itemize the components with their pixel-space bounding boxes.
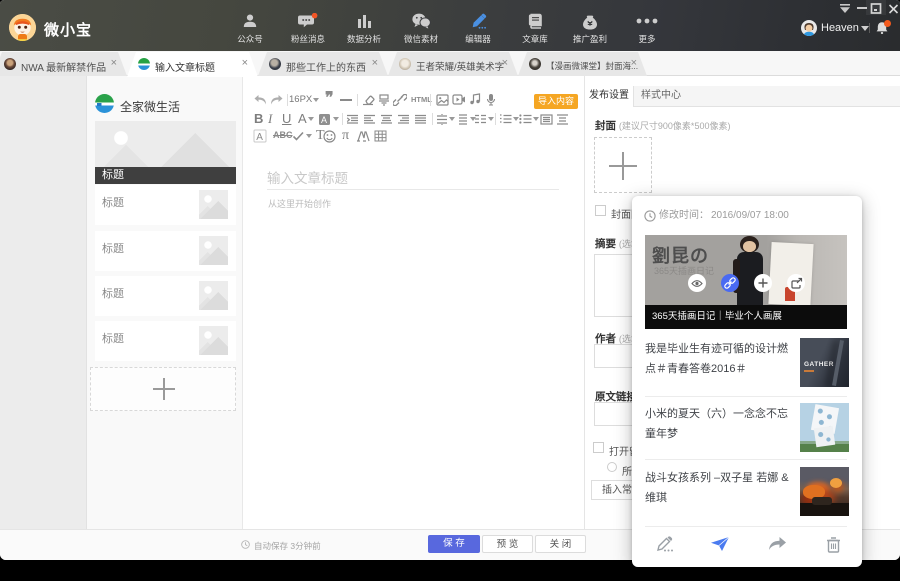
svg-text:A: A xyxy=(256,132,263,143)
svg-text:A: A xyxy=(321,115,327,125)
